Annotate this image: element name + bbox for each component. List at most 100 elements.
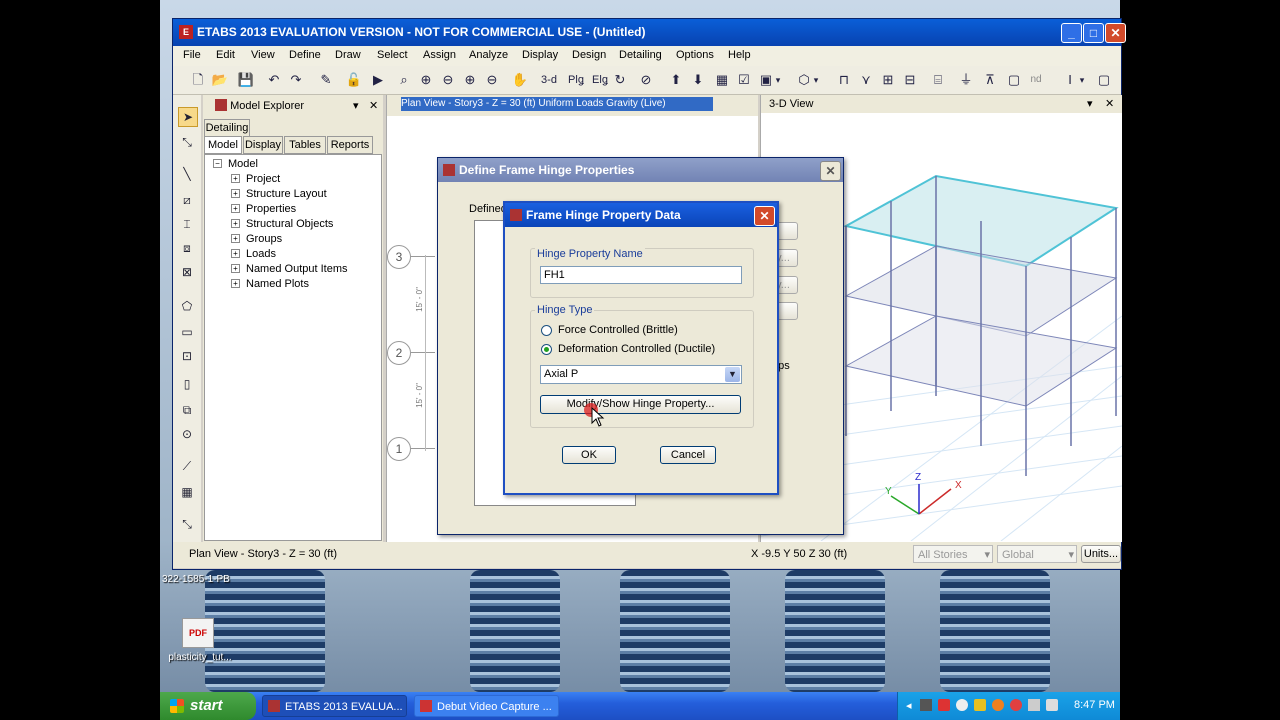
tree-item-properties[interactable]: + Properties xyxy=(231,202,296,216)
tray-app-icon[interactable] xyxy=(938,699,950,711)
draw-brace-icon[interactable]: ⧈ xyxy=(178,239,196,257)
menu-help[interactable]: Help xyxy=(728,46,751,61)
menu-assign[interactable]: Assign xyxy=(423,46,456,61)
expand-icon[interactable]: + xyxy=(231,279,240,288)
expand-icon[interactable]: + xyxy=(231,264,240,273)
window-layout-icon[interactable]: ▢ xyxy=(1095,71,1113,89)
support-icon[interactable]: ⏚ xyxy=(957,71,975,89)
close-button[interactable]: ✕ xyxy=(1105,23,1126,43)
draw-cross-brace-icon[interactable]: ⊠ xyxy=(178,263,196,281)
menu-define[interactable]: Define xyxy=(289,46,321,61)
draw-beam-icon[interactable]: ⧄ xyxy=(178,191,196,209)
plan-view-title[interactable]: Plan View - Story3 - Z = 30 (ft) Uniform… xyxy=(401,97,713,111)
chevron-down-icon[interactable]: ▼ xyxy=(725,367,740,382)
collapse-icon[interactable]: − xyxy=(213,159,222,168)
draw-line-icon[interactable]: ╲ xyxy=(178,165,196,183)
expand-icon[interactable]: + xyxy=(231,234,240,243)
shield-icon[interactable] xyxy=(974,699,986,711)
draw-point-icon[interactable]: ⊙ xyxy=(178,425,196,443)
expand-icon[interactable]: + xyxy=(231,174,240,183)
network-icon[interactable] xyxy=(1028,699,1040,711)
rotate-icon[interactable]: ↻ xyxy=(611,71,629,89)
new-file-icon[interactable]: 🗋 xyxy=(189,71,207,89)
menu-options[interactable]: Options xyxy=(676,46,714,61)
draw-wall-stack-icon[interactable]: ⧉ xyxy=(178,401,196,419)
taskbar-item-etabs[interactable]: ETABS 2013 EVALUA... xyxy=(262,695,407,717)
hinge-type-dropdown[interactable]: Axial P ▼ xyxy=(540,365,742,384)
tray-app-icon[interactable] xyxy=(920,699,932,711)
pane-menu-icon[interactable]: ▾ xyxy=(353,97,359,115)
clock[interactable]: 8:47 PM xyxy=(1074,699,1115,711)
menu-select[interactable]: Select xyxy=(377,46,408,61)
menu-file[interactable]: File xyxy=(183,46,201,61)
zoom-all-icon[interactable]: ⊕ xyxy=(461,71,479,89)
menu-edit[interactable]: Edit xyxy=(216,46,235,61)
draw-grid-icon[interactable]: ▦ xyxy=(178,483,196,501)
draw-wall-icon[interactable]: ▯ xyxy=(178,375,196,393)
pan-hand-icon[interactable]: ✋ xyxy=(511,71,529,89)
tree-item-named-plots[interactable]: + Named Plots xyxy=(231,277,309,291)
checkmark-icon[interactable]: ☑ xyxy=(735,71,753,89)
draw-column-icon[interactable]: ⌶ xyxy=(178,215,196,233)
draw-dimension-icon[interactable]: ⤡ xyxy=(178,515,196,533)
3d-view-button[interactable]: 3-d xyxy=(537,71,561,89)
save-icon[interactable]: 💾 xyxy=(237,71,255,89)
brace-icon[interactable]: ⋎ xyxy=(857,71,875,89)
wall-icon[interactable]: ⊞ xyxy=(879,71,897,89)
minimize-button[interactable]: _ xyxy=(1061,23,1082,43)
move-up-icon[interactable]: ⬆ xyxy=(667,71,685,89)
coordinate-system-dropdown[interactable]: Global ▾ xyxy=(997,545,1077,563)
tab-tables[interactable]: Tables xyxy=(284,136,326,154)
tab-model[interactable]: Model xyxy=(204,136,242,154)
area-icon[interactable]: ⊟ xyxy=(901,71,919,89)
expand-icon[interactable]: + xyxy=(231,219,240,228)
run-analysis-icon[interactable]: ▶ xyxy=(369,71,387,89)
menu-draw[interactable]: Draw xyxy=(335,46,361,61)
draw-link-icon[interactable]: ⟋ xyxy=(178,457,196,475)
menu-analyze[interactable]: Analyze xyxy=(469,46,508,61)
frame-icon[interactable]: ⊓ xyxy=(835,71,853,89)
joint-icon[interactable]: ▢ xyxy=(1005,71,1023,89)
close-icon[interactable]: ✕ xyxy=(754,206,775,226)
tree-item-project[interactable]: + Project xyxy=(231,172,280,186)
dropdown-arrow-icon[interactable]: ▾ xyxy=(763,71,793,89)
maximize-button[interactable]: □ xyxy=(1083,23,1104,43)
draw-floor-icon[interactable]: ⬠ xyxy=(178,297,196,315)
tree-root[interactable]: − Model xyxy=(213,157,258,171)
taskbar-item-debut[interactable]: Debut Video Capture ... xyxy=(414,695,559,717)
expand-icon[interactable]: + xyxy=(231,204,240,213)
lock-icon[interactable]: 🔓 xyxy=(345,71,363,89)
zoom-out-icon[interactable]: ⊖ xyxy=(439,71,457,89)
pane-menu-icon[interactable]: ▾ xyxy=(1087,95,1093,113)
tree-item-structure-layout[interactable]: + Structure Layout xyxy=(231,187,327,201)
modify-hinge-button[interactable]: Modify/Show Hinge Property... xyxy=(540,395,741,414)
zoom-previous-icon[interactable]: ⊖ xyxy=(483,71,501,89)
open-folder-icon[interactable]: 📂 xyxy=(211,71,229,89)
menu-design[interactable]: Design xyxy=(572,46,606,61)
tab-display[interactable]: Display xyxy=(243,136,283,154)
plan-view-button[interactable]: Plǥ xyxy=(565,71,587,89)
hinge-dialog-titlebar[interactable]: Frame Hinge Property Data xyxy=(505,203,777,227)
start-button[interactable]: start xyxy=(160,692,256,720)
desktop-file-label[interactable]: 322-1585-1-PB xyxy=(162,574,230,585)
draw-rectangle-icon[interactable]: ▭ xyxy=(178,323,196,341)
draw-opening-icon[interactable]: ⊡ xyxy=(178,347,196,365)
pdf-file-icon[interactable]: PDF xyxy=(182,618,214,648)
force-controlled-radio[interactable] xyxy=(541,325,552,336)
tree-item-groups[interactable]: + Groups xyxy=(231,232,282,246)
pointer-icon[interactable]: ➤ xyxy=(178,107,198,127)
tree-item-loads[interactable]: + Loads xyxy=(231,247,276,261)
define-dialog-titlebar[interactable]: Define Frame Hinge Properties xyxy=(438,158,843,182)
undo-icon[interactable]: ↶ xyxy=(265,71,283,89)
expand-icon[interactable]: + xyxy=(231,189,240,198)
restraint-icon[interactable]: ⊼ xyxy=(981,71,999,89)
redo-icon[interactable]: ↷ xyxy=(287,71,305,89)
tab-detailing[interactable]: Detailing xyxy=(204,119,250,136)
tree-item-structural-objects[interactable]: + Structural Objects xyxy=(231,217,333,231)
cancel-button[interactable]: Cancel xyxy=(660,446,716,464)
tray-app-icon[interactable] xyxy=(992,699,1004,711)
move-down-icon[interactable]: ⬇ xyxy=(689,71,707,89)
select-all-icon[interactable]: ▦ xyxy=(713,71,731,89)
expand-icon[interactable]: + xyxy=(231,249,240,258)
nd-button[interactable]: nd xyxy=(1025,71,1047,89)
